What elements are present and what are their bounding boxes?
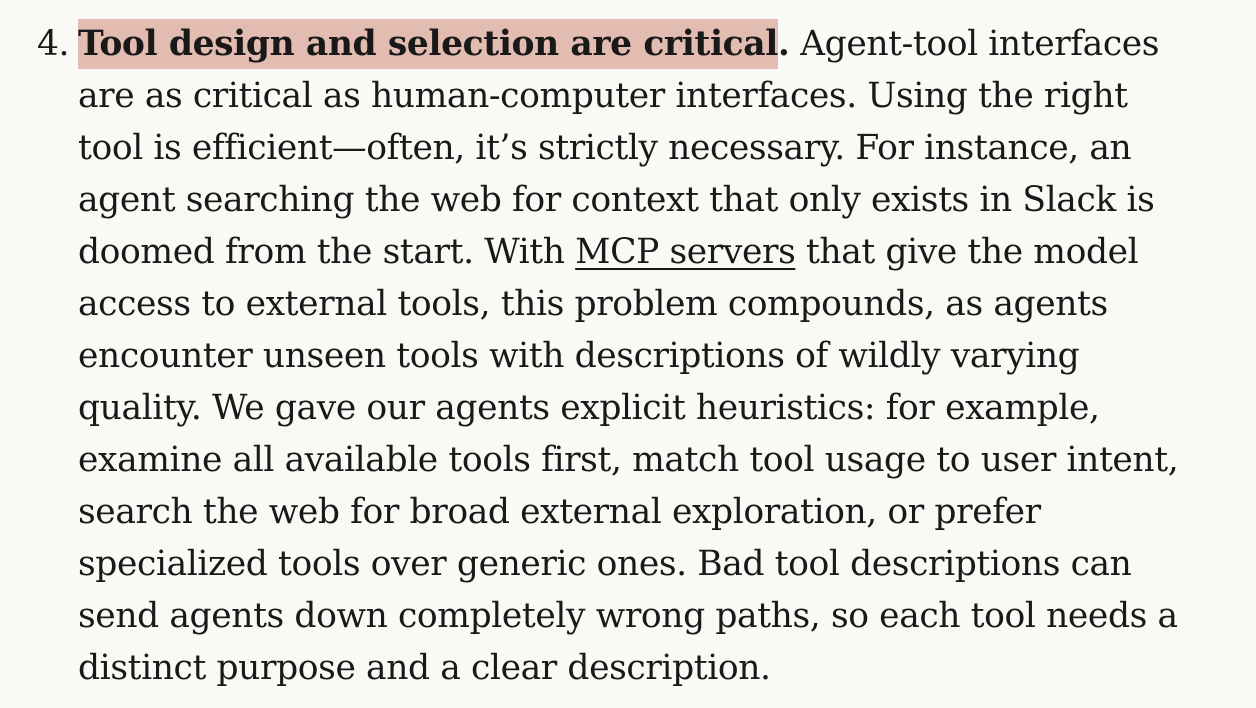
list-item: 4. Tool design and selection are critical… — [0, 0, 1198, 694]
highlighted-heading: Tool design and selection are critical — [78, 24, 778, 64]
mcp-servers-link[interactable]: MCP servers — [575, 232, 796, 272]
paragraph-text-part2: that give the model access to external t… — [78, 232, 1179, 688]
list-marker: 4. — [37, 24, 70, 64]
numbered-list: 4. Tool design and selection are critical… — [0, 0, 1256, 694]
article-page: 4. Tool design and selection are critical… — [0, 0, 1256, 708]
heading-period: . — [777, 24, 790, 64]
